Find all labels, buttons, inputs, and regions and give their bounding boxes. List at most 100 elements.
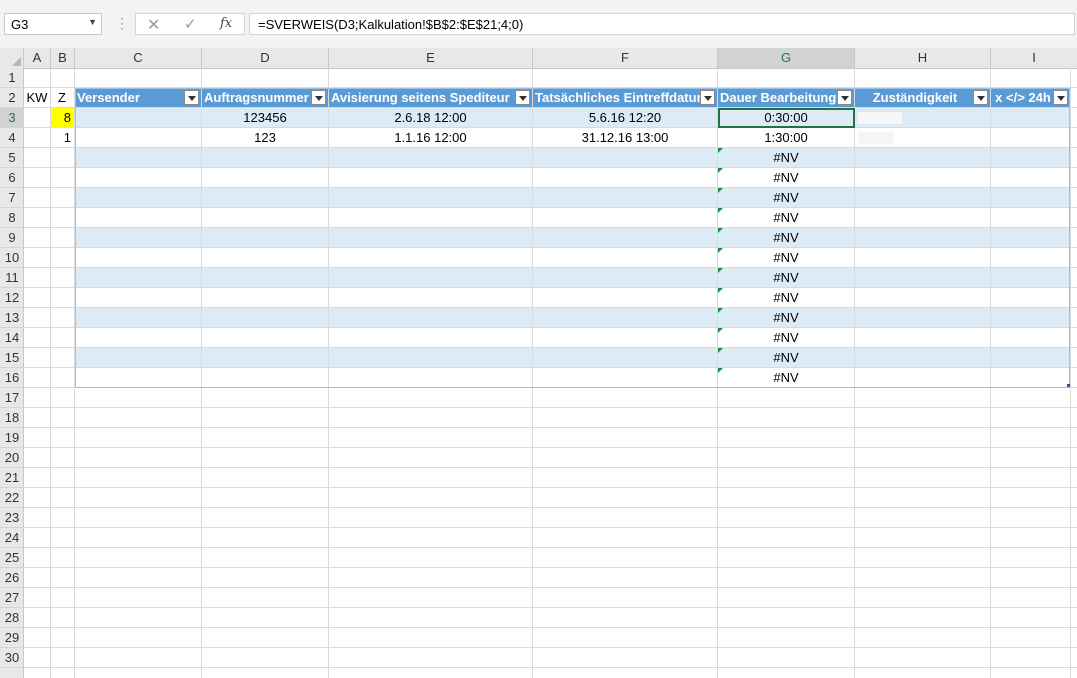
formula-bar: G3 ▼ ⋮ ✕ ✓ fx =SVERWEIS(D3;Kalkulation!$…	[0, 0, 1077, 49]
cell-g4[interactable]: 1:30:00	[718, 128, 854, 148]
cell-g5[interactable]: #NV	[718, 148, 854, 168]
row-header[interactable]: 6	[0, 168, 24, 188]
filter-dropdown-icon[interactable]	[311, 90, 326, 105]
row-header[interactable]: 10	[0, 248, 24, 268]
cell-g16[interactable]: #NV	[718, 368, 854, 388]
table-header-zustaendigkeit[interactable]: Zuständigkeit	[855, 88, 973, 108]
cell-g15[interactable]: #NV	[718, 348, 854, 368]
table-header-auftragsnummer[interactable]: Auftragsnummer	[202, 88, 328, 108]
cell-c4[interactable]	[75, 128, 201, 148]
gridline	[24, 567, 1077, 568]
row-header[interactable]: 22	[0, 488, 24, 508]
row-header[interactable]: 25	[0, 548, 24, 568]
cell-i3[interactable]	[991, 108, 1070, 128]
row-header[interactable]: 17	[0, 388, 24, 408]
cell-b4[interactable]: 1	[51, 128, 74, 148]
gridline	[24, 327, 1077, 328]
row-header[interactable]: 21	[0, 468, 24, 488]
row-header[interactable]: 9	[0, 228, 24, 248]
table-header-eintreffdatum[interactable]: Tatsächliches Eintreffdatum	[533, 88, 700, 108]
insert-function-icon[interactable]: fx	[220, 16, 232, 31]
column-header-c[interactable]: C	[75, 48, 202, 68]
cell-d4[interactable]: 123	[202, 128, 328, 148]
row-header[interactable]: 8	[0, 208, 24, 228]
row-header[interactable]: 12	[0, 288, 24, 308]
row-header[interactable]: 15	[0, 348, 24, 368]
row-headers: 1 2 3 4 5 6 7 8 9 10 11 12 13 14 15 16 1…	[0, 68, 24, 678]
row-header[interactable]: 16	[0, 368, 24, 388]
row-header[interactable]: 5	[0, 148, 24, 168]
cell-h4[interactable]	[855, 128, 990, 148]
table-header-avisierung[interactable]: Avisierung seitens Spediteur	[329, 88, 515, 108]
table-header-dauer[interactable]: Dauer Bearbeitung	[718, 88, 838, 108]
row-header[interactable]: 13	[0, 308, 24, 328]
filter-dropdown-icon[interactable]	[1053, 90, 1068, 105]
row-header[interactable]: 19	[0, 428, 24, 448]
select-all-button[interactable]	[0, 48, 24, 68]
row-header[interactable]: 26	[0, 568, 24, 588]
cell-h3[interactable]	[855, 108, 990, 128]
cell-f3[interactable]: 5.6.16 12:20	[533, 108, 717, 128]
filter-dropdown-icon[interactable]	[837, 90, 852, 105]
column-header-i[interactable]: I	[991, 48, 1077, 68]
chevron-down-icon[interactable]: ▼	[88, 17, 97, 27]
row-header[interactable]: 27	[0, 588, 24, 608]
column-header-b[interactable]: B	[51, 48, 75, 68]
table-resize-handle[interactable]	[1067, 384, 1070, 387]
cell-g12[interactable]: #NV	[718, 288, 854, 308]
name-box[interactable]: G3 ▼	[4, 13, 102, 35]
cell-g11[interactable]: #NV	[718, 268, 854, 288]
cell-e4[interactable]: 1.1.16 12:00	[329, 128, 532, 148]
gridline	[24, 447, 1077, 448]
column-header-f[interactable]: F	[533, 48, 718, 68]
cell-g10[interactable]: #NV	[718, 248, 854, 268]
cell-i4[interactable]	[991, 128, 1070, 148]
column-header-g[interactable]: G	[718, 48, 855, 68]
column-header-d[interactable]: D	[202, 48, 329, 68]
row-header[interactable]: 20	[0, 448, 24, 468]
row-header[interactable]: 2	[0, 88, 24, 108]
cell-d3[interactable]: 123456	[202, 108, 328, 128]
cell-b2[interactable]: Z	[50, 88, 74, 108]
column-header-a[interactable]: A	[24, 48, 51, 68]
row-header[interactable]: 11	[0, 268, 24, 288]
filter-dropdown-icon[interactable]	[184, 90, 199, 105]
table-header-24h[interactable]: x </> 24h	[991, 88, 1053, 108]
row-header[interactable]: 29	[0, 628, 24, 648]
row-header[interactable]: 1	[0, 68, 24, 88]
row-header[interactable]: 23	[0, 508, 24, 528]
row-header[interactable]: 7	[0, 188, 24, 208]
cell-grid[interactable]: KW Z Versender Auftragsnummer Avisierung…	[24, 68, 1077, 678]
cell-g9[interactable]: #NV	[718, 228, 854, 248]
gridline	[24, 467, 1077, 468]
cancel-icon[interactable]: ✕	[147, 15, 160, 35]
formula-input[interactable]: =SVERWEIS(D3;Kalkulation!$B$2:$E$21;4;0)	[249, 13, 1075, 35]
cell-f4[interactable]: 31.12.16 13:00	[533, 128, 717, 148]
row-header[interactable]: 18	[0, 408, 24, 428]
column-header-e[interactable]: E	[329, 48, 533, 68]
enter-icon[interactable]: ✓	[184, 15, 197, 33]
table-header-versender[interactable]: Versender	[75, 88, 201, 108]
cell-g14[interactable]: #NV	[718, 328, 854, 348]
cell-e3[interactable]: 2.6.18 12:00	[329, 108, 532, 128]
row-header[interactable]: 24	[0, 528, 24, 548]
cell-g8[interactable]: #NV	[718, 208, 854, 228]
more-options-icon[interactable]: ⋮	[115, 15, 129, 32]
row-header[interactable]: 4	[0, 128, 24, 148]
row-header[interactable]: 30	[0, 648, 24, 668]
filter-dropdown-icon[interactable]	[515, 90, 530, 105]
row-header[interactable]: 14	[0, 328, 24, 348]
filter-dropdown-icon[interactable]	[973, 90, 988, 105]
row-header[interactable]: 28	[0, 608, 24, 628]
filter-dropdown-icon[interactable]	[700, 90, 715, 105]
cell-a2[interactable]: KW	[24, 88, 50, 108]
column-header-h[interactable]: H	[855, 48, 991, 68]
gridline	[24, 307, 1077, 308]
gridline	[24, 247, 1077, 248]
row-header[interactable]: 3	[0, 108, 24, 128]
cell-c3[interactable]	[75, 108, 201, 128]
cell-b3[interactable]: 8	[51, 108, 74, 128]
cell-g7[interactable]: #NV	[718, 188, 854, 208]
cell-g13[interactable]: #NV	[718, 308, 854, 328]
cell-g6[interactable]: #NV	[718, 168, 854, 188]
